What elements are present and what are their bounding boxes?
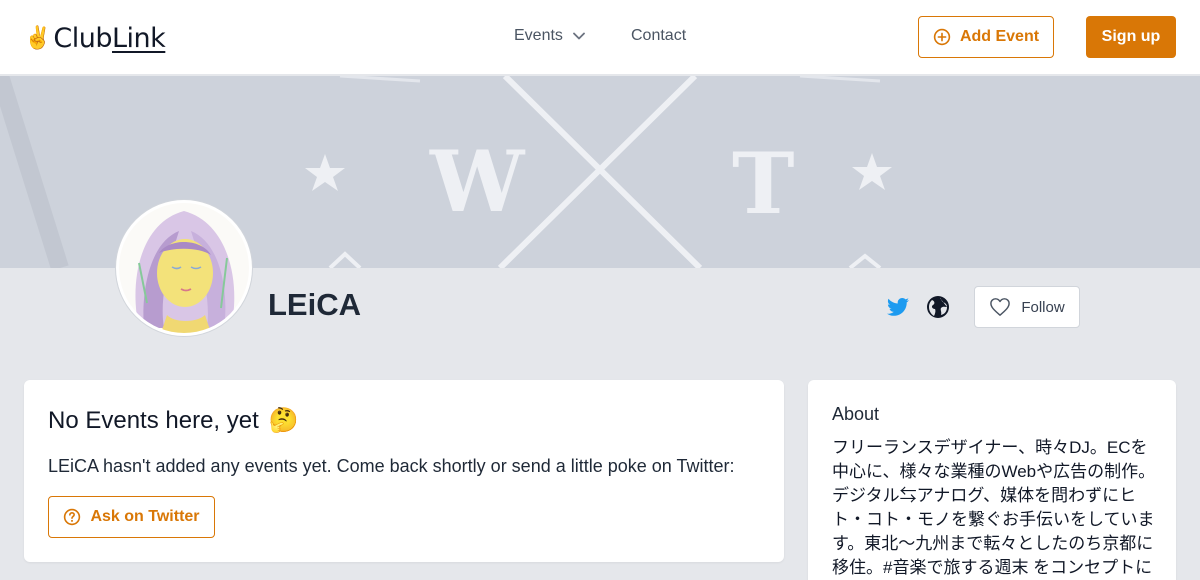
chevron-down-icon bbox=[573, 32, 585, 40]
globe-icon bbox=[927, 296, 949, 318]
add-event-button[interactable]: Add Event bbox=[918, 16, 1054, 58]
add-event-label: Add Event bbox=[959, 28, 1040, 45]
events-card: No Events here, yet 🤔 LEiCA hasn't added… bbox=[24, 380, 784, 562]
events-title-text: No Events here, yet bbox=[48, 406, 259, 434]
top-nav: ✌ ClubLink Events Contact Add Event Sign… bbox=[0, 0, 1200, 75]
events-empty-message: LEiCA hasn't added any events yet. Come … bbox=[48, 456, 735, 476]
question-circle-icon bbox=[64, 508, 81, 526]
avatar-illustration bbox=[119, 203, 249, 333]
about-card: About フリーランスデザイナー、時々DJ。ECを中心に、様々な業種のWebや… bbox=[808, 380, 1176, 580]
victory-hand-icon: ✌ bbox=[24, 25, 52, 50]
about-text: フリーランスデザイナー、時々DJ。ECを中心に、様々な業種のWebや広告の制作。… bbox=[832, 438, 1156, 577]
heart-icon bbox=[990, 298, 1011, 316]
sign-up-button[interactable]: Sign up bbox=[1086, 16, 1176, 58]
logo-text-club: Club bbox=[53, 22, 113, 54]
twitter-icon bbox=[887, 298, 909, 316]
website-link[interactable] bbox=[926, 295, 950, 319]
clublink-logo[interactable]: ✌ ClubLink bbox=[24, 22, 166, 54]
banner-letter-w: W bbox=[429, 132, 526, 231]
nav-events-dropdown[interactable]: Events bbox=[514, 27, 585, 45]
events-card-title: No Events here, yet 🤔 bbox=[48, 406, 299, 435]
follow-label: Follow bbox=[1021, 298, 1065, 316]
nav-events-label: Events bbox=[514, 27, 563, 44]
logo-text: ClubLink bbox=[53, 23, 165, 54]
profile-name: LEiCA bbox=[268, 287, 361, 322]
nav-contact-link[interactable]: Contact bbox=[631, 27, 686, 45]
avatar bbox=[116, 200, 252, 336]
ask-on-twitter-label: Ask on Twitter bbox=[90, 508, 200, 525]
thinking-face-icon: 🤔 bbox=[268, 407, 299, 434]
plus-circle-icon bbox=[933, 28, 951, 46]
logo-text-link: Link bbox=[112, 22, 166, 54]
banner-letter-t: T bbox=[732, 134, 795, 233]
ask-on-twitter-button[interactable]: Ask on Twitter bbox=[48, 496, 215, 538]
follow-button[interactable]: Follow bbox=[974, 286, 1080, 328]
twitter-profile-link[interactable] bbox=[886, 295, 910, 319]
about-title: About bbox=[832, 404, 880, 424]
